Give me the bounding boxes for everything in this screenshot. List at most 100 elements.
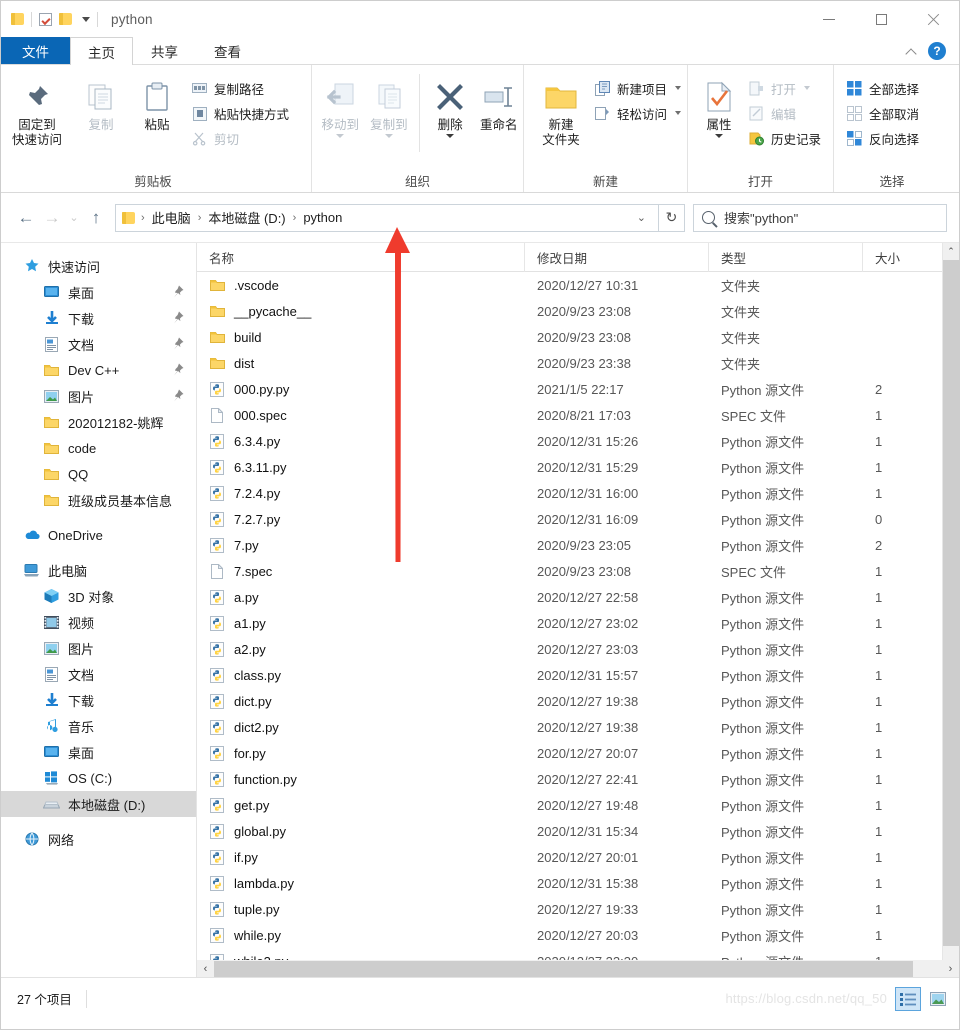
sidebar-item-qq[interactable]: QQ <box>1 461 196 487</box>
recent-locations-button[interactable]: ⌄ <box>65 205 83 231</box>
sidebar-item-downloads[interactable]: 下载 <box>1 305 196 331</box>
breadcrumb-item-this-pc[interactable]: 此电脑 <box>149 208 194 227</box>
table-row[interactable]: build2020/9/23 23:08文件夹 <box>197 324 959 350</box>
chevron-down-icon[interactable] <box>715 134 723 138</box>
new-item-button[interactable]: 新建项目 <box>592 77 687 99</box>
tab-view[interactable]: 查看 <box>196 37 259 64</box>
horizontal-scrollbar[interactable]: ‹ › <box>197 960 959 977</box>
sidebar-item-code[interactable]: code <box>1 435 196 461</box>
table-row[interactable]: lambda.py2020/12/31 15:38Python 源文件1 <box>197 870 959 896</box>
back-button[interactable]: ← <box>13 205 39 231</box>
folder-icon[interactable] <box>11 13 24 25</box>
up-button[interactable]: ↑ <box>83 205 109 231</box>
table-row[interactable]: 6.3.11.py2020/12/31 15:29Python 源文件1 <box>197 454 959 480</box>
sidebar-item-music[interactable]: 音乐 <box>1 713 196 739</box>
scroll-left-arrow[interactable]: ‹ <box>197 960 214 977</box>
table-row[interactable]: a2.py2020/12/27 23:03Python 源文件1 <box>197 636 959 662</box>
chevron-up-icon[interactable] <box>907 46 917 56</box>
customize-caret-icon[interactable] <box>82 17 90 22</box>
pin-icon[interactable] <box>172 363 184 376</box>
copy-to-button[interactable]: 复制到 <box>365 70 414 138</box>
properties-button[interactable]: 属性 <box>694 70 744 138</box>
table-row[interactable]: if.py2020/12/27 20:01Python 源文件1 <box>197 844 959 870</box>
sidebar-item-local-disk-d[interactable]: 本地磁盘 (D:) <box>1 791 196 817</box>
column-header-type[interactable]: 类型 <box>709 243 863 272</box>
table-row[interactable]: global.py2020/12/31 15:34Python 源文件1 <box>197 818 959 844</box>
table-row[interactable]: __pycache__2020/9/23 23:08文件夹 <box>197 298 959 324</box>
paste-button[interactable]: 粘贴 <box>129 70 185 133</box>
large-icons-view-button[interactable] <box>925 987 951 1011</box>
chevron-down-icon[interactable] <box>804 86 810 90</box>
table-row[interactable]: dist2020/9/23 23:38文件夹 <box>197 350 959 376</box>
chevron-down-icon[interactable] <box>675 111 681 115</box>
help-icon[interactable]: ? <box>928 42 946 60</box>
table-row[interactable]: function.py2020/12/27 22:41Python 源文件1 <box>197 766 959 792</box>
details-view-button[interactable] <box>895 987 921 1011</box>
table-row[interactable]: 000.py.py2021/1/5 22:17Python 源文件2 <box>197 376 959 402</box>
new-folder-icon[interactable] <box>59 13 72 25</box>
copy-path-button[interactable]: 复制路径 <box>189 77 295 99</box>
open-button[interactable]: 打开 <box>746 77 827 99</box>
table-row[interactable]: .vscode2020/12/27 10:31文件夹 <box>197 272 959 298</box>
close-button[interactable] <box>907 1 959 37</box>
horizontal-scroll-thumb[interactable] <box>214 961 913 977</box>
table-row[interactable]: 7.py2020/9/23 23:05Python 源文件2 <box>197 532 959 558</box>
sidebar-item-pictures[interactable]: 图片 <box>1 383 196 409</box>
vertical-scroll-thumb[interactable] <box>943 260 959 946</box>
refresh-button[interactable]: ↻ <box>659 204 685 232</box>
table-row[interactable]: 7.spec2020/9/23 23:08SPEC 文件1 <box>197 558 959 584</box>
sidebar-item-desktop-pc[interactable]: 桌面 <box>1 739 196 765</box>
table-row[interactable]: dict.py2020/12/27 19:38Python 源文件1 <box>197 688 959 714</box>
paste-shortcut-button[interactable]: 粘贴快捷方式 <box>189 102 295 124</box>
move-to-button[interactable]: 移动到 <box>316 70 365 138</box>
pin-icon[interactable] <box>172 311 184 324</box>
maximize-button[interactable] <box>855 1 907 37</box>
minimize-button[interactable] <box>803 1 855 37</box>
chevron-down-icon[interactable] <box>385 134 393 138</box>
sidebar-item-this-pc[interactable]: 此电脑 <box>1 557 196 583</box>
column-header-name[interactable]: 名称 <box>197 243 525 272</box>
sidebar-item-pictures-pc[interactable]: 图片 <box>1 635 196 661</box>
sidebar-item-os-c[interactable]: OS (C:) <box>1 765 196 791</box>
sidebar-item-desktop[interactable]: 桌面 <box>1 279 196 305</box>
cut-button[interactable]: 剪切 <box>189 127 295 149</box>
table-row[interactable]: a1.py2020/12/27 23:02Python 源文件1 <box>197 610 959 636</box>
column-header-size[interactable]: 大小 <box>863 243 933 272</box>
table-row[interactable]: tuple.py2020/12/27 19:33Python 源文件1 <box>197 896 959 922</box>
select-none-button[interactable]: 全部取消 <box>844 102 925 124</box>
breadcrumb-bar[interactable]: › 此电脑 › 本地磁盘 (D:) › python ⌄ <box>115 204 659 232</box>
scroll-right-arrow[interactable]: › <box>942 960 959 977</box>
sidebar-item-onedrive[interactable]: OneDrive <box>1 522 196 548</box>
vertical-scrollbar[interactable]: ⌃ ⌄ <box>942 243 959 977</box>
tab-home[interactable]: 主页 <box>70 37 133 65</box>
sidebar-item-documents[interactable]: 文档 <box>1 331 196 357</box>
pin-icon[interactable] <box>172 337 184 350</box>
invert-selection-button[interactable]: 反向选择 <box>844 127 925 149</box>
chevron-down-icon[interactable]: ⌄ <box>629 211 654 224</box>
sidebar-item-student-folder[interactable]: 202012182-姚辉 <box>1 409 196 435</box>
chevron-down-icon[interactable] <box>446 134 454 138</box>
sidebar-item-class-info[interactable]: 班级成员基本信息 <box>1 487 196 513</box>
scroll-up-arrow[interactable]: ⌃ <box>943 243 959 260</box>
breadcrumb-item-drive-d[interactable]: 本地磁盘 (D:) <box>205 208 288 227</box>
table-row[interactable]: get.py2020/12/27 19:48Python 源文件1 <box>197 792 959 818</box>
sidebar-item-documents-pc[interactable]: 文档 <box>1 661 196 687</box>
forward-button[interactable]: → <box>39 205 65 231</box>
table-row[interactable]: 7.2.7.py2020/12/31 16:09Python 源文件0 <box>197 506 959 532</box>
table-row[interactable]: a.py2020/12/27 22:58Python 源文件1 <box>197 584 959 610</box>
table-row[interactable]: 7.2.4.py2020/12/31 16:00Python 源文件1 <box>197 480 959 506</box>
rename-button[interactable]: 重命名 <box>474 70 523 133</box>
pin-icon[interactable] <box>172 389 184 402</box>
table-row[interactable]: 000.spec2020/8/21 17:03SPEC 文件1 <box>197 402 959 428</box>
search-box[interactable]: 搜索"python" <box>693 204 947 232</box>
edit-button[interactable]: 编辑 <box>746 102 827 124</box>
sidebar-item-videos[interactable]: 视频 <box>1 609 196 635</box>
pin-icon[interactable] <box>172 285 184 298</box>
sidebar-item-network[interactable]: 网络 <box>1 826 196 852</box>
tab-file[interactable]: 文件 <box>1 37 70 64</box>
table-row[interactable]: for.py2020/12/27 20:07Python 源文件1 <box>197 740 959 766</box>
table-row[interactable]: dict2.py2020/12/27 19:38Python 源文件1 <box>197 714 959 740</box>
table-row[interactable]: class.py2020/12/31 15:57Python 源文件1 <box>197 662 959 688</box>
properties-checkbox-icon[interactable] <box>39 13 52 26</box>
column-header-date[interactable]: 修改日期 <box>525 243 709 272</box>
